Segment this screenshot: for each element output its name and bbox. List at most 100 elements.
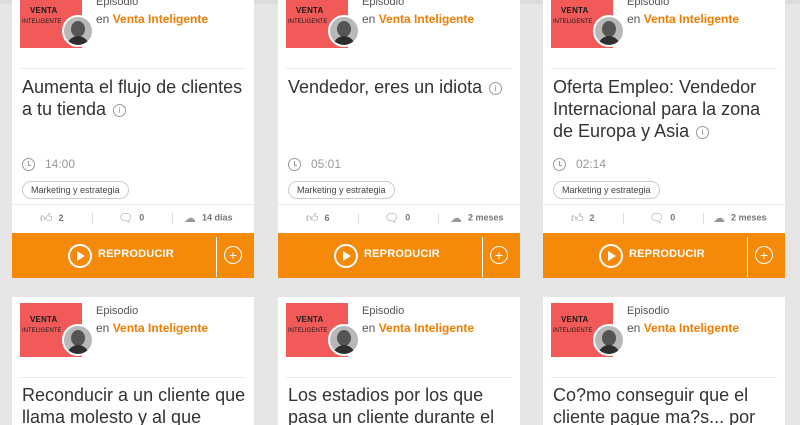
play-circle-icon [68,244,92,268]
clock-icon [553,158,566,172]
episode-card[interactable]: VENTA INTELIGENTE Episodio en Venta Inte… [543,297,785,425]
episode-title[interactable]: Aumenta el flujo de clientes a tu tienda… [22,76,248,120]
episode-title[interactable]: Reconducir a un cliente que llama molest… [22,384,248,425]
episode-type-label: Episodio [96,0,139,8]
episode-duration: 14:00 [22,157,75,172]
download-age[interactable]: ☁ 14 días [184,211,233,225]
divider [747,237,748,277]
episode-duration: 02:14 [553,157,606,172]
stats-row: 👍︎ 2 🗨︎ 0 ☁ 14 días [12,204,254,231]
cloud-download-icon: ☁ [450,211,462,225]
play-button[interactable]: REPRODUCIR [543,233,747,278]
episode-card[interactable]: VENTA INTELIGENTE Episodio en Venta Inte… [278,0,520,278]
divider [551,377,777,378]
comments-count[interactable]: 🗨︎ 0 [118,211,144,225]
cover-subtitle: INTELIGENTE [553,19,593,25]
divider [286,68,512,69]
play-bar: REPRODUCIR + [278,233,520,278]
divider [20,377,246,378]
category-tag[interactable]: Marketing y estrategia [288,181,395,199]
clock-icon [22,158,35,172]
category-tag[interactable]: Marketing y estrategia [553,181,660,199]
host-avatar [593,324,625,356]
play-button[interactable]: REPRODUCIR [278,233,482,278]
divider [286,377,512,378]
card-header: VENTA INTELIGENTE Episodio en Venta Inte… [551,303,783,361]
category-tag[interactable]: Marketing y estrategia [22,181,129,199]
play-bar: REPRODUCIR + [12,233,254,278]
card-header: VENTA INTELIGENTE Episodio en Venta Inte… [286,0,518,52]
cover-subtitle: INTELIGENTE [553,328,593,334]
cover-subtitle: INTELIGENTE [22,328,62,334]
episode-card[interactable]: VENTA INTELIGENTE Episodio en Venta Inte… [543,0,785,278]
divider [482,237,483,277]
thumbs-up-icon: 👍︎ [571,211,584,225]
cover-subtitle: INTELIGENTE [288,19,328,25]
host-avatar [62,15,94,47]
stats-row: 👍︎ 6 🗨︎ 0 ☁ 2 meses [278,204,520,231]
cloud-download-icon: ☁ [184,211,196,225]
cover-title: VENTA [296,6,324,15]
episode-title[interactable]: Co?mo conseguir que el cliente pague ma?… [553,384,779,425]
comments-count[interactable]: 🗨︎ 0 [649,211,675,225]
episode-card[interactable]: VENTA INTELIGENTE Episodio en Venta Inte… [12,297,254,425]
info-icon[interactable]: i [696,125,710,139]
play-label: REPRODUCIR [629,248,705,260]
cover-title: VENTA [296,315,324,324]
episode-title[interactable]: Los estadios por los que pasa un cliente… [288,384,514,425]
likes-count[interactable]: 👍︎ 2 [571,211,595,226]
card-header: VENTA INTELIGENTE Episodio en Venta Inte… [551,0,783,52]
stats-row: 👍︎ 2 🗨︎ 0 ☁ 2 meses [543,204,785,231]
episode-title[interactable]: Vendedor, eres un idiota i [288,76,514,98]
episode-type-label: Episodio [362,305,405,317]
show-link[interactable]: en Venta Inteligente [96,12,208,26]
add-to-playlist-button[interactable]: + [224,246,242,264]
card-header: VENTA INTELIGENTE Episodio en Venta Inte… [20,0,252,52]
host-avatar [328,324,360,356]
cover-title: VENTA [30,6,58,15]
card-header: VENTA INTELIGENTE Episodio en Venta Inte… [286,303,518,361]
play-label: REPRODUCIR [364,248,440,260]
play-label: REPRODUCIR [98,248,174,260]
comment-bubble-icon: 🗨︎ [384,211,400,225]
comment-bubble-icon: 🗨︎ [118,211,134,225]
play-circle-icon [334,244,358,268]
show-link[interactable]: en Venta Inteligente [362,12,474,26]
host-avatar [62,324,94,356]
episode-card[interactable]: VENTA INTELIGENTE Episodio en Venta Inte… [12,0,254,278]
episode-type-label: Episodio [96,305,139,317]
download-age[interactable]: ☁ 2 meses [713,211,767,225]
cover-title: VENTA [30,315,58,324]
play-bar: REPRODUCIR + [543,233,785,278]
card-header: VENTA INTELIGENTE Episodio en Venta Inte… [20,303,252,361]
show-link[interactable]: en Venta Inteligente [96,321,208,335]
episode-type-label: Episodio [362,0,405,8]
comment-bubble-icon: 🗨︎ [649,211,665,225]
add-to-playlist-button[interactable]: + [755,246,773,264]
clock-icon [288,158,301,172]
show-link[interactable]: en Venta Inteligente [627,12,739,26]
thumbs-up-icon: 👍︎ [306,211,319,225]
divider [20,68,246,69]
episode-duration: 05:01 [288,157,341,172]
divider [216,237,217,277]
host-avatar [593,15,625,47]
show-link[interactable]: en Venta Inteligente [362,321,474,335]
thumbs-up-icon: 👍︎ [40,211,53,225]
episode-title[interactable]: Oferta Empleo: Vendedor Internacional pa… [553,76,779,142]
play-circle-icon [599,244,623,268]
cloud-download-icon: ☁ [713,211,725,225]
info-icon[interactable]: i [113,103,127,117]
divider [551,68,777,69]
episode-card[interactable]: VENTA INTELIGENTE Episodio en Venta Inte… [278,297,520,425]
show-link[interactable]: en Venta Inteligente [627,321,739,335]
comments-count[interactable]: 🗨︎ 0 [384,211,410,225]
add-to-playlist-button[interactable]: + [490,246,508,264]
likes-count[interactable]: 👍︎ 2 [40,211,64,226]
host-avatar [328,15,360,47]
download-age[interactable]: ☁ 2 meses [450,211,504,225]
info-icon[interactable]: i [489,81,503,95]
episode-type-label: Episodio [627,305,670,317]
likes-count[interactable]: 👍︎ 6 [306,211,330,226]
play-button[interactable]: REPRODUCIR [12,233,216,278]
